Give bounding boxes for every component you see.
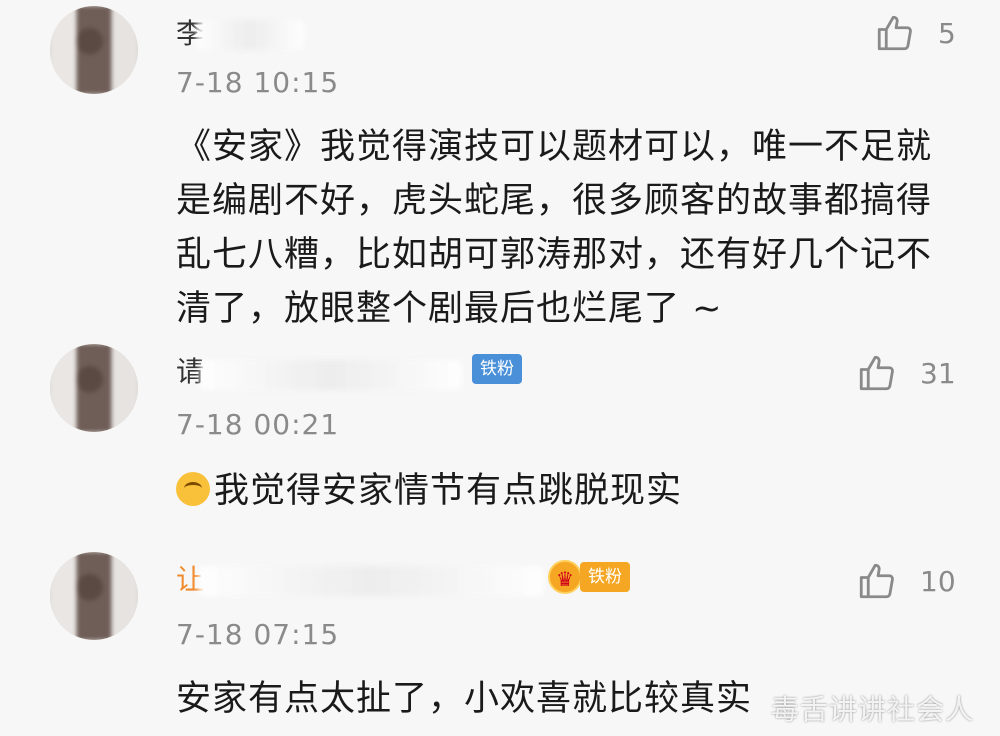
like-count: 31 [920, 356, 956, 390]
comment-time: 7-18 10:15 [176, 66, 340, 99]
comment-text: 我觉得安家情节有点跳脱现实 [176, 464, 966, 518]
avatar[interactable] [50, 552, 138, 640]
thumbs-up-icon [877, 15, 912, 51]
thumbs-up-icon [859, 563, 894, 599]
like-button[interactable]: 10 [856, 560, 956, 602]
fan-badge: 铁粉 [580, 562, 630, 592]
like-button[interactable]: 31 [856, 352, 956, 394]
like-count: 10 [920, 564, 956, 598]
username-mask [200, 360, 462, 390]
comment-text-body: 我觉得安家情节有点跳脱现实 [214, 471, 683, 511]
avatar[interactable] [50, 344, 138, 432]
fan-badge: 铁粉 [472, 354, 522, 384]
comment-time: 7-18 00:21 [176, 408, 340, 441]
comment-text: 《安家》我觉得演技可以题材可以，唯一不足就是编剧不好，虎头蛇尾，很多顾客的故事都… [176, 127, 933, 329]
upside-down-face-icon [176, 472, 210, 506]
like-count: 5 [938, 16, 956, 50]
watermark: 毒舌讲讲社会人 [770, 693, 974, 726]
username-mask [198, 566, 544, 596]
thumbs-up-icon [859, 355, 894, 391]
crown-icon: ♛ [548, 560, 582, 594]
username-mask [196, 20, 304, 50]
comment-time: 7-18 07:15 [176, 618, 340, 651]
avatar[interactable] [50, 6, 138, 94]
like-button[interactable]: 5 [874, 12, 956, 54]
